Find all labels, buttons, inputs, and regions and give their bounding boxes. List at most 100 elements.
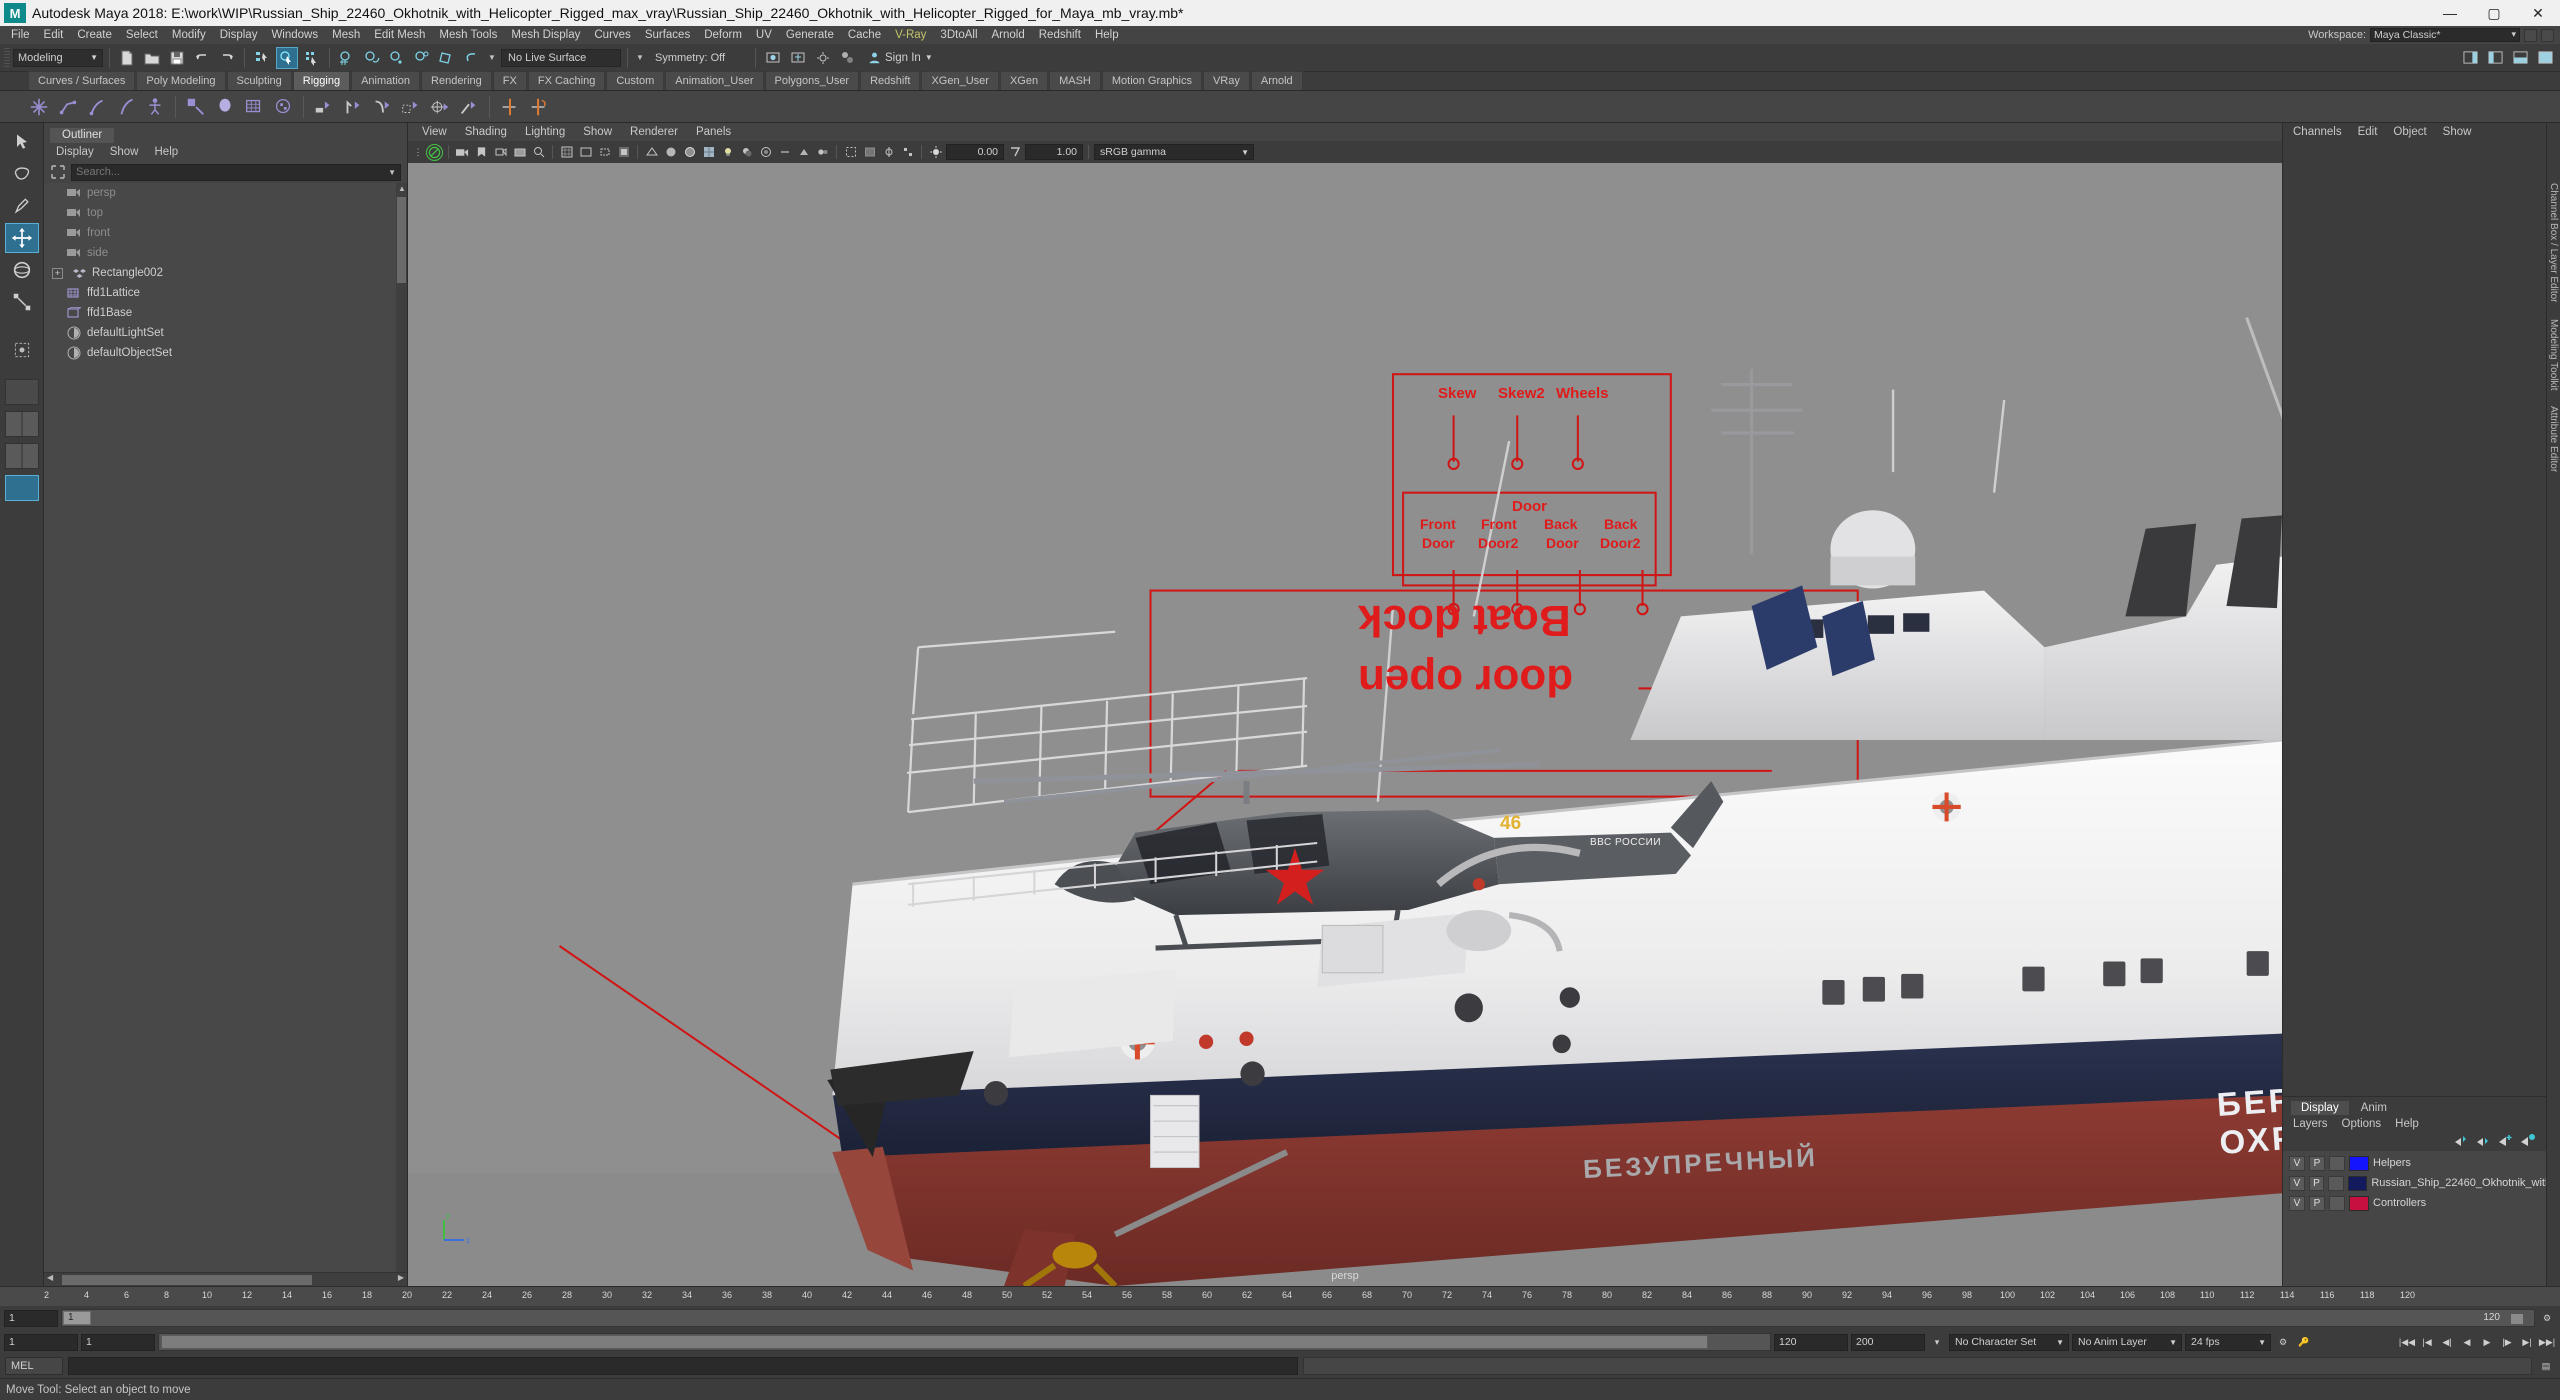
go-to-end-icon[interactable]: ▶▶| [2538, 1333, 2556, 1351]
anim-layer-select[interactable]: No Anim Layer ▼ [2072, 1333, 2182, 1351]
shelf-tab-mash[interactable]: MASH [1049, 71, 1101, 90]
create-ik-spline-icon[interactable] [84, 94, 110, 120]
anim-end-field[interactable]: 120 [1774, 1333, 1848, 1351]
channelbox-menu-show[interactable]: Show [2443, 126, 2472, 138]
layer-type-toggle[interactable] [2329, 1195, 2345, 1211]
move-tool-icon[interactable] [4, 223, 39, 253]
playback-options-icon[interactable]: ▾ [1928, 1333, 1946, 1351]
range-slider-bar[interactable] [161, 1335, 1708, 1349]
menu-uv[interactable]: UV [749, 26, 779, 44]
command-input-field[interactable] [68, 1357, 1298, 1375]
sidebar-toggle-channelbox-icon[interactable] [2459, 47, 2481, 69]
menu-redshift[interactable]: Redshift [1032, 26, 1088, 44]
workspace-reset-icon[interactable] [2541, 28, 2554, 42]
layer-playback-toggle[interactable]: P [2309, 1195, 2325, 1211]
shelf-tab-fx[interactable]: FX [492, 71, 527, 90]
no-render-region-icon[interactable] [426, 143, 443, 161]
isolate-select-icon[interactable] [842, 144, 859, 161]
scroll-right-icon[interactable]: ▶ [398, 1273, 404, 1282]
viewport-menu-panels[interactable]: Panels [696, 126, 731, 138]
lasso-tool-icon[interactable] [5, 159, 39, 189]
resolution-gate-icon[interactable] [596, 144, 613, 161]
workspace-selector[interactable]: Workspace: Maya Classic* [2308, 28, 2560, 42]
step-forward-keyframe-icon[interactable]: ▶| [2518, 1333, 2536, 1351]
scroll-up-icon[interactable]: ▲ [398, 184, 406, 193]
snap-to-view-plane-icon[interactable] [436, 47, 458, 69]
new-scene-icon[interactable] [116, 47, 138, 69]
shaded-wireframe-icon[interactable] [681, 144, 698, 161]
snap-to-curve-icon[interactable] [361, 47, 383, 69]
workspace-value[interactable]: Maya Classic* [2370, 28, 2520, 42]
menu-modify[interactable]: Modify [165, 26, 213, 44]
shelf-tab-arnold[interactable]: Arnold [1250, 71, 1303, 90]
new-layer-icon[interactable] [2498, 1133, 2514, 1152]
outliner-item-ffd1base[interactable]: ffd1Base [44, 303, 407, 323]
shelf-tab-animation[interactable]: Animation [351, 71, 421, 90]
menu-mesh-display[interactable]: Mesh Display [504, 26, 587, 44]
scrollbar-thumb[interactable] [62, 1275, 312, 1285]
ambient-occlusion-icon[interactable] [757, 144, 774, 161]
cluster-deformer-icon[interactable] [270, 94, 296, 120]
symmetry-field[interactable]: Symmetry: Off [649, 49, 749, 67]
film-gate-icon[interactable] [577, 144, 594, 161]
rotate-tool-icon[interactable] [5, 255, 39, 285]
scale-constraint-icon[interactable] [398, 94, 424, 120]
outliner-item-defaultlightset[interactable]: defaultLightSet [44, 323, 407, 343]
bind-skin-icon[interactable] [183, 94, 209, 120]
script-language-button[interactable]: MEL [5, 1357, 63, 1375]
camera-attributes-icon[interactable] [492, 144, 509, 161]
menu-file[interactable]: File [4, 26, 37, 44]
open-scene-icon[interactable] [141, 47, 163, 69]
snap-to-grid-icon[interactable] [336, 47, 358, 69]
layer-color-swatch[interactable] [2349, 1155, 2369, 1171]
outliner-tab[interactable]: Outliner [50, 128, 115, 143]
sign-in-button[interactable]: Sign In ▼ [862, 51, 939, 64]
outliner-horizontal-scrollbar[interactable]: ◀ ▶ [44, 1272, 407, 1286]
insert-joint-icon[interactable] [113, 94, 139, 120]
new-layer-from-selected-icon[interactable] [2520, 1133, 2536, 1152]
gate-mask-icon[interactable] [615, 144, 632, 161]
animation-preferences-icon[interactable]: ⚙ [2274, 1333, 2292, 1351]
quick-layout-two-pane-button[interactable] [4, 411, 39, 437]
menu-help[interactable]: Help [1088, 26, 1126, 44]
quick-layout-single-pane-button[interactable] [4, 379, 39, 405]
outliner-item-front[interactable]: front [44, 223, 407, 243]
scroll-left-icon[interactable]: ◀ [47, 1273, 53, 1282]
move-layer-up-icon[interactable] [2454, 1133, 2470, 1152]
anim-start-field[interactable]: 1 [81, 1333, 155, 1351]
quick-layout-persp-outliner-button[interactable] [4, 475, 39, 501]
shelf-tab-polygons-user[interactable]: Polygons_User [764, 71, 860, 90]
shelf-tab-vray[interactable]: VRay [1202, 71, 1250, 90]
create-ik-handle-icon[interactable] [55, 94, 81, 120]
layer-type-toggle[interactable] [2329, 1155, 2345, 1171]
undo-icon[interactable] [191, 47, 213, 69]
outliner-item-ffd1lattice[interactable]: ffd1Lattice [44, 283, 407, 303]
parent-constraint-icon[interactable] [311, 94, 337, 120]
exposure-icon[interactable] [927, 144, 944, 161]
shelf-tab-custom[interactable]: Custom [606, 71, 665, 90]
step-back-keyframe-icon[interactable]: |◀ [2418, 1333, 2436, 1351]
rail-modeling-toolkit[interactable]: Modeling Toolkit [2548, 319, 2559, 391]
motion-blur-icon[interactable] [776, 144, 793, 161]
make-live-icon[interactable] [461, 47, 483, 69]
layer-list[interactable]: V P Helpers V P Russian_Ship_22460_Okhot… [2283, 1151, 2546, 1286]
current-frame-field[interactable]: 1 [4, 1309, 58, 1327]
menu-display[interactable]: Display [213, 26, 265, 44]
menu-3dtoall[interactable]: 3DtoAll [933, 26, 984, 44]
outliner-item-side[interactable]: side [44, 243, 407, 263]
depth-of-field-icon[interactable] [814, 144, 831, 161]
menu-edit-mesh[interactable]: Edit Mesh [367, 26, 432, 44]
play-forwards-icon[interactable]: ▶ [2478, 1333, 2496, 1351]
outliner-search-input[interactable]: Search... ▼ [71, 163, 401, 181]
search-filter-icon[interactable] [50, 164, 66, 180]
outliner-item-persp[interactable]: persp [44, 183, 407, 203]
maximize-button[interactable]: ▢ [2472, 0, 2516, 26]
viewport-menu-show[interactable]: Show [583, 126, 612, 138]
redo-icon[interactable] [216, 47, 238, 69]
layer-menu-help[interactable]: Help [2395, 1118, 2419, 1130]
viewport-menu-view[interactable]: View [422, 126, 447, 138]
shelf-tab-xgen-user[interactable]: XGen_User [921, 71, 999, 90]
outliner-menu-display[interactable]: Display [56, 146, 94, 158]
scale-tool-icon[interactable] [5, 287, 39, 317]
minimize-button[interactable]: — [2428, 0, 2472, 26]
